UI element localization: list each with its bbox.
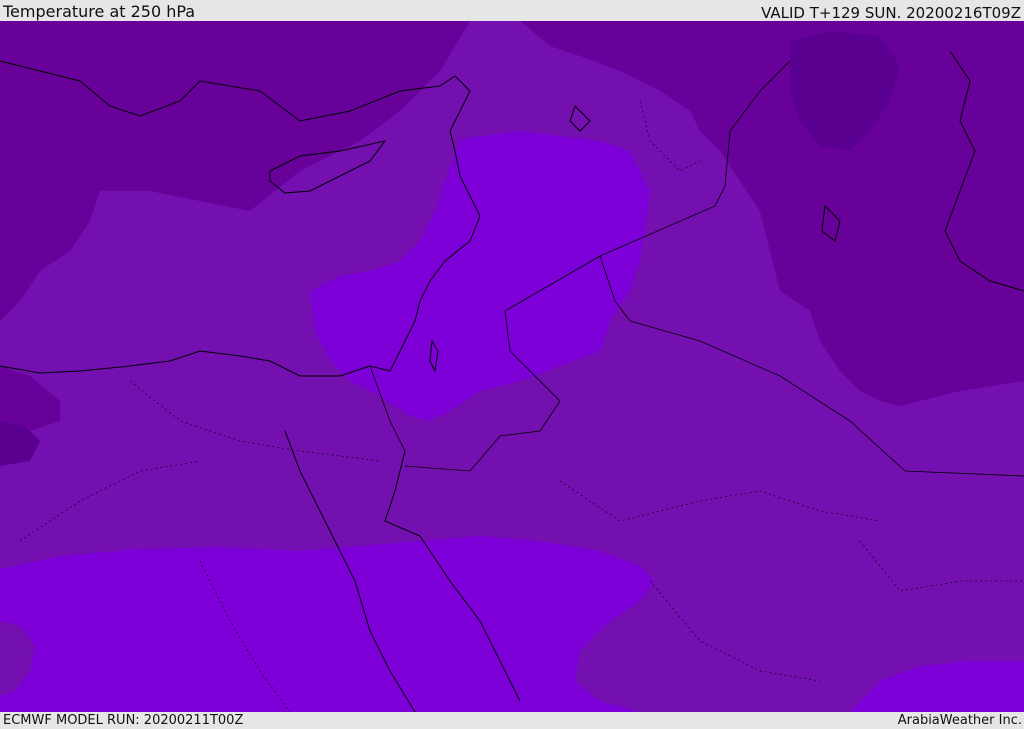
valid-time: VALID T+129 SUN. 20200216T09Z: [761, 4, 1021, 22]
header-bar: Temperature at 250 hPa VALID T+129 SUN. …: [0, 0, 1024, 21]
weather-map-page: Temperature at 250 hPa VALID T+129 SUN. …: [0, 0, 1024, 729]
temp-region-warm-south: [0, 536, 655, 712]
credit: ArabiaWeather Inc.: [897, 713, 1022, 728]
temperature-map: [0, 21, 1024, 712]
footer-bar: ECMWF MODEL RUN: 20200211T00Z ArabiaWeat…: [0, 712, 1024, 729]
model-run: ECMWF MODEL RUN: 20200211T00Z: [3, 713, 244, 728]
map-title: Temperature at 250 hPa: [3, 2, 196, 21]
map-area[interactable]: [0, 21, 1024, 712]
